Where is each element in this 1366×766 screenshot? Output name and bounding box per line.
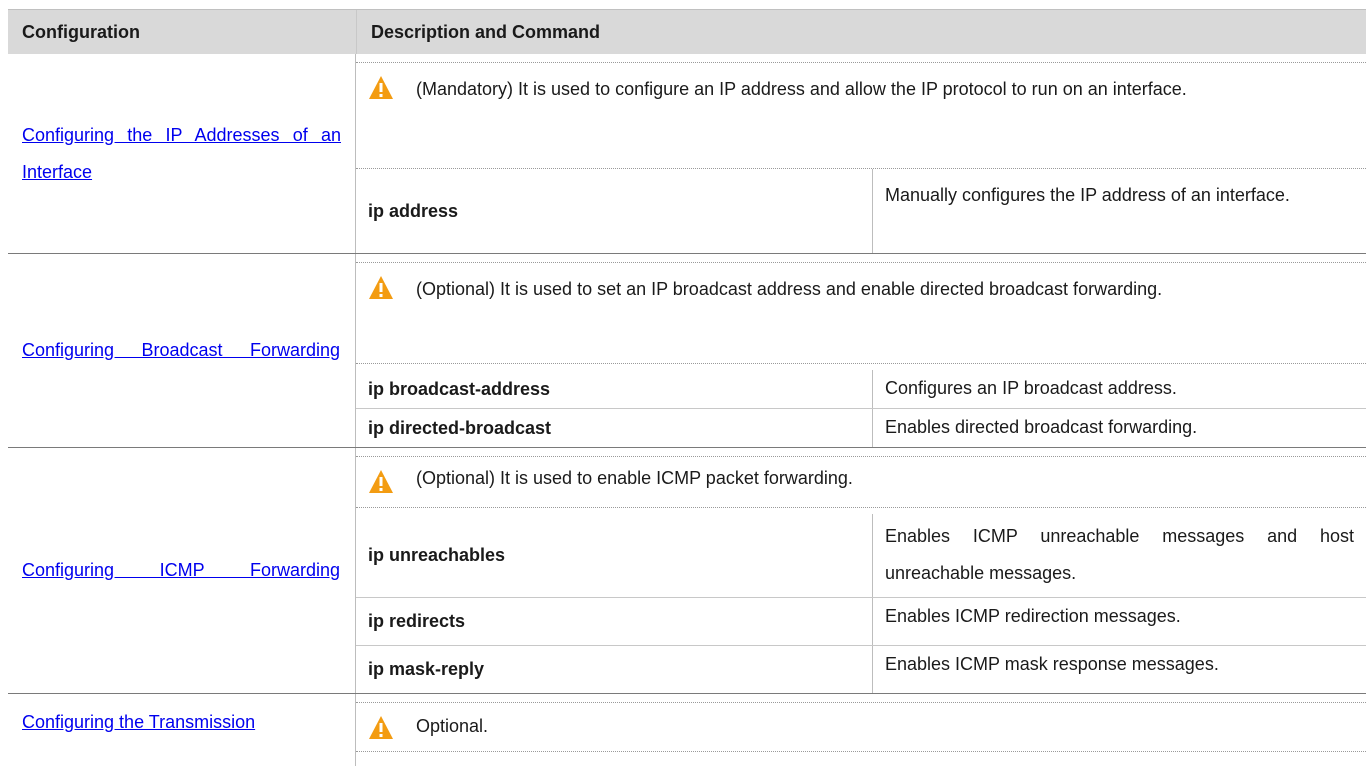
command: ip address bbox=[356, 169, 873, 253]
config-group: Configuring the IP Addresses of an Inter… bbox=[8, 54, 1366, 254]
config-link-broadcast-forwarding[interactable]: Configuring Broadcast Forwarding bbox=[22, 332, 340, 369]
group-detail-cell: Optional. bbox=[356, 694, 1366, 766]
table-row: ip address Manually configures the IP ad… bbox=[356, 169, 1366, 253]
table-row: ip unreachables Enables ICMP unreachable… bbox=[356, 514, 1366, 597]
config-link-ip-addresses[interactable]: Configuring the IP Addresses of an Inter… bbox=[22, 117, 341, 191]
command: ip redirects bbox=[356, 598, 873, 645]
group-detail-cell: (Optional) It is used to enable ICMP pac… bbox=[356, 448, 1366, 693]
note-text: (Optional) It is used to set an IP broad… bbox=[416, 279, 1163, 299]
config-link-transmission[interactable]: Configuring the Transmission bbox=[22, 704, 340, 741]
command-description: Manually configures the IP address of an… bbox=[885, 185, 1290, 205]
group-config-cell: Configuring the IP Addresses of an Inter… bbox=[8, 54, 356, 253]
table-row: ip broadcast-address Configures an IP br… bbox=[356, 370, 1366, 408]
note: (Optional) It is used to set an IP broad… bbox=[356, 262, 1366, 364]
note: Optional. bbox=[356, 702, 1366, 752]
config-table: Configuration Description and Command Co… bbox=[8, 9, 1366, 766]
warning-icon bbox=[369, 276, 393, 299]
command-description: Enables ICMP mask response messages. bbox=[885, 654, 1219, 674]
note-text: (Mandatory) It is used to configure an I… bbox=[416, 79, 1187, 99]
header-description: Description and Command bbox=[356, 10, 1366, 54]
command-description: Configures an IP broadcast address. bbox=[885, 378, 1177, 398]
config-group: Configuring the Transmission Optional. bbox=[8, 694, 1366, 766]
command: ip broadcast-address bbox=[356, 370, 873, 408]
warning-icon bbox=[369, 470, 393, 493]
note: (Optional) It is used to enable ICMP pac… bbox=[356, 456, 1366, 508]
warning-icon bbox=[369, 716, 393, 739]
command: ip mask-reply bbox=[356, 646, 873, 693]
command-description: Enables ICMP unreachable messages and ho… bbox=[885, 526, 1354, 583]
warning-icon bbox=[369, 76, 393, 99]
group-detail-cell: (Optional) It is used to set an IP broad… bbox=[356, 254, 1366, 447]
table-row: ip redirects Enables ICMP redirection me… bbox=[356, 597, 1366, 645]
table-row: ip mask-reply Enables ICMP mask response… bbox=[356, 645, 1366, 693]
command: ip unreachables bbox=[356, 514, 873, 597]
command: ip directed-broadcast bbox=[356, 409, 873, 447]
table-header: Configuration Description and Command bbox=[8, 9, 1366, 54]
group-config-cell: Configuring ICMP Forwarding bbox=[8, 448, 356, 693]
note-text: Optional. bbox=[416, 716, 489, 736]
config-group: Configuring ICMP Forwarding (Optional) I… bbox=[8, 448, 1366, 694]
group-config-cell: Configuring the Transmission bbox=[8, 694, 356, 766]
config-link-icmp-forwarding[interactable]: Configuring ICMP Forwarding bbox=[22, 552, 340, 589]
config-group: Configuring Broadcast Forwarding (Option… bbox=[8, 254, 1366, 448]
group-config-cell: Configuring Broadcast Forwarding bbox=[8, 254, 356, 447]
header-configuration: Configuration bbox=[22, 22, 140, 42]
command-description: Enables directed broadcast forwarding. bbox=[885, 417, 1198, 437]
group-detail-cell: (Mandatory) It is used to configure an I… bbox=[356, 54, 1366, 253]
note: (Mandatory) It is used to configure an I… bbox=[356, 62, 1366, 169]
table-row: ip directed-broadcast Enables directed b… bbox=[356, 408, 1366, 447]
command-description: Enables ICMP redirection messages. bbox=[885, 606, 1181, 626]
note-text: (Optional) It is used to enable ICMP pac… bbox=[416, 468, 853, 488]
